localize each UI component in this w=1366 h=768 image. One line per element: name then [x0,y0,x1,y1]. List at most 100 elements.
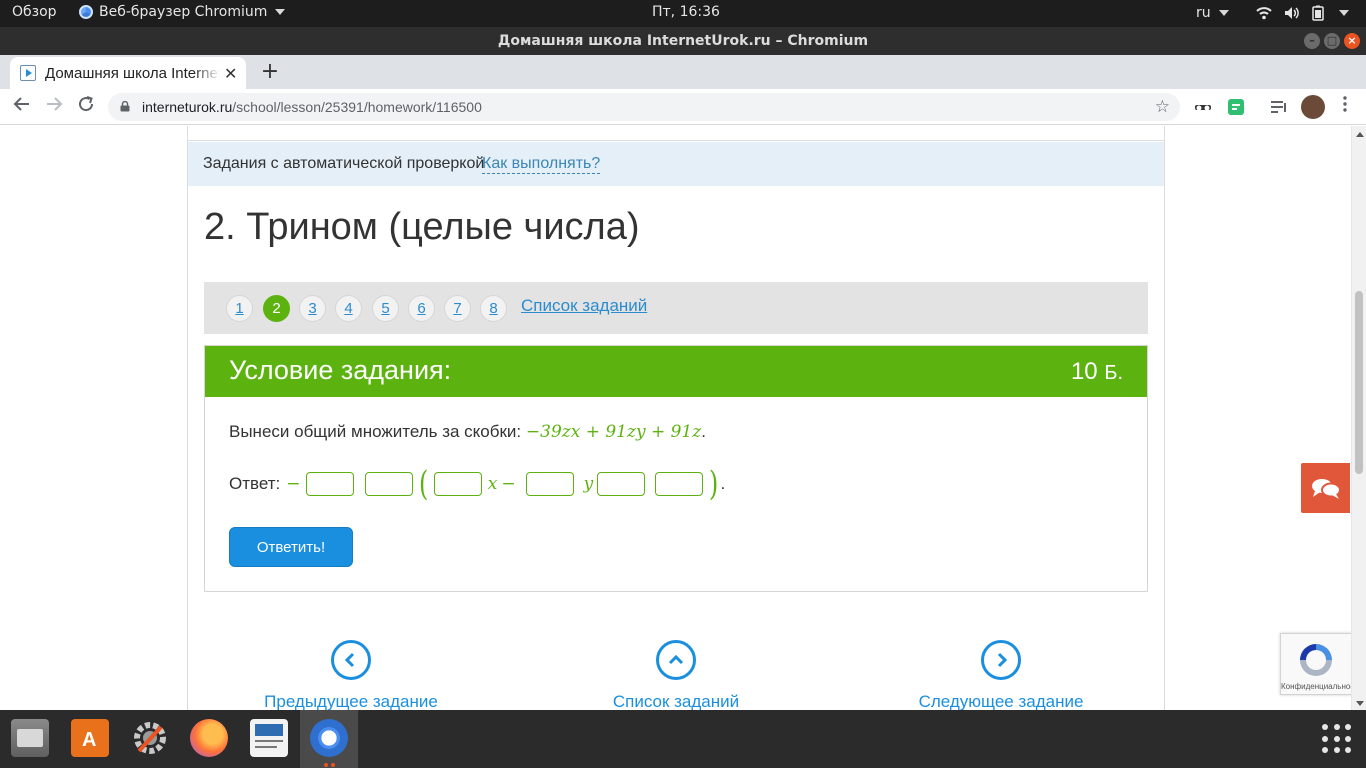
chromium-icon [79,5,93,19]
answer-input-2[interactable] [364,472,413,496]
page-scrollbar[interactable] [1351,126,1366,710]
maximize-button[interactable]: □ [1324,33,1340,49]
task-pager: 1 2 3 4 5 6 7 8 Список заданий [204,282,1148,334]
page-viewport: Задания с автоматической проверкой Как в… [0,126,1366,710]
page-link-8[interactable]: 8 [480,295,507,322]
answer-row: Ответ: − ( x − y ) . [229,464,725,504]
question-period: . [701,422,706,441]
new-tab-button[interactable]: + [256,59,284,87]
chevron-down-icon [1339,10,1349,16]
chat-extension-icon[interactable] [1226,97,1246,117]
chevron-down-icon [275,9,286,15]
chat-bubbles-icon [1312,479,1341,499]
left-parenthesis: ( [418,464,428,504]
dock-settings[interactable] [121,710,179,768]
lock-icon[interactable] [120,101,130,112]
ubuntu-dock: A [0,710,1366,768]
answer-input-6[interactable] [655,472,704,496]
prev-task-link[interactable]: Предыдущее задание [231,640,471,710]
scrollbar-thumb[interactable] [1355,291,1363,474]
more-vertical-icon [1343,96,1347,112]
inner-minus-sign: − [501,474,516,494]
app-menu[interactable]: Веб-браузер Chromium [79,4,286,20]
system-tray[interactable] [1256,5,1349,21]
clock[interactable]: Пт, 16:36 [652,4,720,20]
page-link-3[interactable]: 3 [299,295,326,322]
info-bar: Задания с автоматической проверкой Как в… [188,142,1164,186]
activities-button[interactable]: Обзор [12,4,57,20]
recaptcha-badge[interactable]: Конфиденциальность [1280,633,1352,695]
content-column: Задания с автоматической проверкой Как в… [187,126,1165,710]
task-list-label: Список заданий [612,692,740,710]
reload-button[interactable] [74,95,98,119]
prev-task-label: Предыдущее задание [264,692,438,710]
chevron-right-icon [981,640,1021,680]
close-window-button[interactable]: × [1344,33,1360,49]
arrow-left-icon [13,97,29,111]
profile-avatar[interactable] [1301,95,1325,119]
page-link-1[interactable]: 1 [226,295,253,322]
document-viewer-icon [250,719,288,757]
scroll-up-icon[interactable] [1356,132,1364,137]
answer-input-1[interactable] [305,472,354,496]
points-unit: Б. [1104,362,1123,384]
recaptcha-logo-icon [1300,644,1332,676]
window-titlebar: Домашняя школа InternetUrok.ru – Chromiu… [0,27,1366,55]
reload-icon [79,96,94,112]
url-host: interneturok.ru [142,99,233,115]
page-link-7[interactable]: 7 [444,295,471,322]
scroll-down-icon[interactable] [1356,701,1364,706]
browser-tab[interactable]: Домашняя школа InternetUrok.ru ✕ [10,57,246,89]
bookmark-star-icon[interactable]: ☆ [1155,93,1170,121]
answer-input-4[interactable] [525,472,574,496]
dock-software-center[interactable]: A [61,710,119,768]
forward-button[interactable] [42,95,66,119]
close-tab-icon[interactable]: ✕ [224,64,237,83]
variable-y: y [583,474,594,494]
question-text: Вынеси общий множитель за скобки: [229,422,522,441]
url-text: interneturok.ru/school/lesson/25391/home… [142,93,482,121]
answer-input-3[interactable] [433,472,482,496]
tab-title: Домашняя школа InternetUrok.ru [45,64,220,82]
settings-icon [131,719,169,757]
task-title: 2. Трином (целые числа) [204,206,640,248]
task-points: 10 Б. [1071,358,1123,386]
variable-x: x [487,474,498,494]
chevron-up-icon [656,640,696,680]
dock-firefox[interactable] [180,710,238,768]
minimize-button[interactable]: – [1304,33,1320,49]
task-list-link[interactable]: Список заданий [521,296,647,316]
submit-answer-button[interactable]: Ответить! [229,527,353,567]
url-path: /school/lesson/25391/homework/116500 [232,99,482,115]
dock-chromium[interactable] [300,710,358,768]
page-link-4[interactable]: 4 [335,295,362,322]
task-header-label: Условие задания: [229,355,452,385]
task-list-bottom-link[interactable]: Список заданий [556,640,796,710]
media-queue-icon[interactable] [1269,97,1289,117]
chevron-down-icon [1218,10,1229,16]
answer-input-5[interactable] [597,472,646,496]
next-task-link[interactable]: Следующее задание [881,640,1121,710]
incognito-extension-icon[interactable] [1193,97,1213,117]
page-link-2-active[interactable]: 2 [263,295,290,322]
show-applications-icon[interactable] [1322,724,1352,754]
language-indicator[interactable]: ru [1196,5,1229,21]
dock-files[interactable] [1,710,59,768]
page-link-5[interactable]: 5 [372,295,399,322]
wifi-icon [1256,7,1272,20]
page-link-6[interactable]: 6 [408,295,435,322]
back-button[interactable] [10,95,34,119]
address-bar[interactable]: interneturok.ru/school/lesson/25391/home… [108,93,1180,121]
chrome-menu-button[interactable] [1333,95,1357,119]
feedback-chat-button[interactable] [1301,463,1350,513]
how-to-link[interactable]: Как выполнять? [482,155,601,174]
task-box: Условие задания: 10 Б. Вынеси общий множ… [204,345,1148,592]
recaptcha-privacy-text[interactable]: Конфиденциальность [1281,682,1351,691]
dock-document-viewer[interactable] [240,710,298,768]
window-title: Домашняя школа InternetUrok.ru – Chromiu… [497,33,869,49]
next-task-label: Следующее задание [918,692,1084,710]
task-question: Вынеси общий множитель за скобки: −39zx … [229,422,706,442]
battery-icon [1312,5,1324,21]
files-icon [11,719,49,757]
running-indicator [324,763,328,767]
